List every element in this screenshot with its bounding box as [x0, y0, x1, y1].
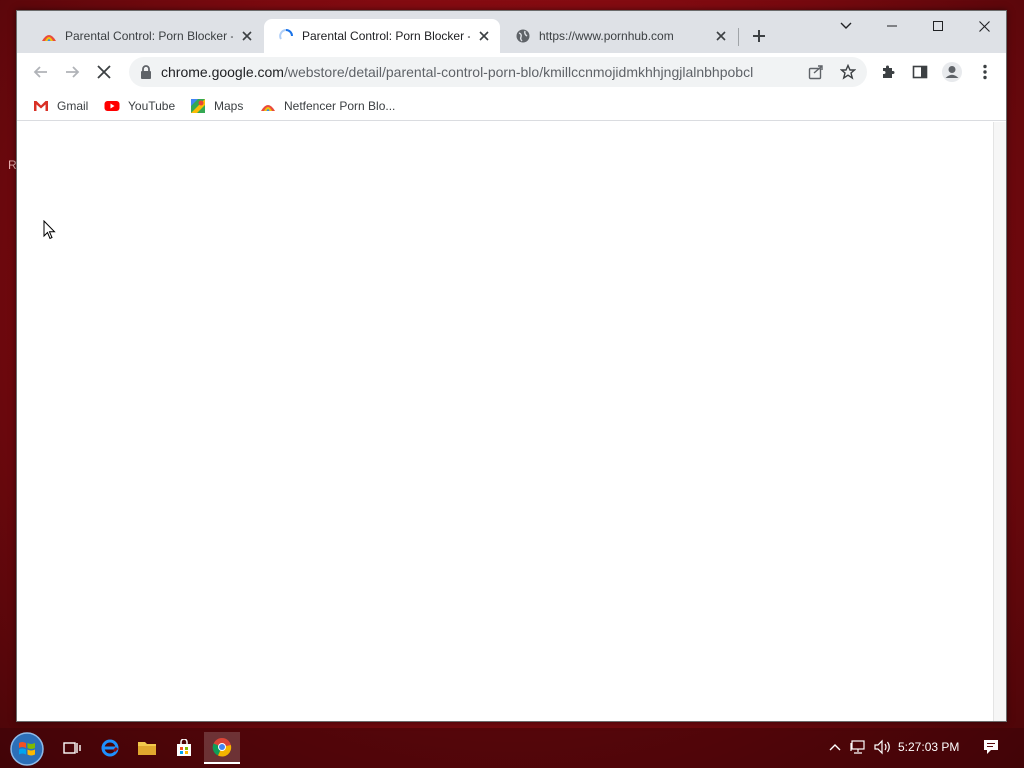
- chevron-up-icon: [829, 744, 841, 751]
- windows-orb-icon: [10, 732, 44, 766]
- tab-search-button[interactable]: [823, 11, 869, 41]
- store-bag-icon: [177, 739, 191, 756]
- avatar-icon: [942, 62, 962, 82]
- close-tab-icon[interactable]: [476, 28, 492, 44]
- chrome-taskbar-button[interactable]: [204, 732, 240, 764]
- stop-loading-button[interactable]: [90, 58, 118, 86]
- chrome-window: Parental Control: Porn Blocker - Parenta…: [16, 10, 1007, 722]
- mouse-cursor-icon: [43, 219, 56, 245]
- netfencer-icon: [260, 98, 276, 114]
- bookmark-star-icon[interactable]: [839, 63, 857, 85]
- action-center-button[interactable]: [981, 737, 1001, 757]
- task-view-button[interactable]: [54, 732, 90, 764]
- share-icon[interactable]: [808, 64, 824, 85]
- tab-strip: Parental Control: Porn Blocker - Parenta…: [17, 11, 1006, 53]
- arrow-left-icon: [33, 66, 47, 78]
- lock-icon: [140, 65, 152, 84]
- forward-button[interactable]: [58, 58, 86, 86]
- bookmark-netfencer[interactable]: Netfencer Porn Blo...: [260, 96, 395, 116]
- tab-title: Parental Control: Porn Blocker -: [302, 29, 470, 43]
- new-tab-button[interactable]: [748, 25, 770, 47]
- side-panel-icon: [912, 65, 928, 79]
- maximize-button[interactable]: [915, 11, 961, 41]
- page-content[interactable]: [17, 122, 994, 721]
- bookmark-youtube[interactable]: YouTube: [104, 96, 175, 116]
- taskbar-clock[interactable]: 5:27:03 PM: [898, 740, 959, 754]
- bookmark-label: Netfencer Porn Blo...: [284, 99, 396, 113]
- netfencer-favicon: [41, 28, 57, 44]
- folder-icon: [138, 742, 156, 755]
- taskbar: 5:27:03 PM: [0, 728, 1024, 768]
- minimize-button[interactable]: [869, 11, 915, 41]
- bookmark-label: Maps: [214, 99, 244, 113]
- speaker-icon: [874, 739, 890, 755]
- internet-explorer-icon: [101, 739, 119, 757]
- profile-button[interactable]: [938, 58, 966, 86]
- chrome-icon: [212, 738, 232, 757]
- file-explorer-button[interactable]: [129, 732, 165, 764]
- close-tab-icon[interactable]: [239, 28, 255, 44]
- side-panel-button[interactable]: [906, 58, 934, 86]
- close-window-button[interactable]: [961, 11, 1007, 41]
- close-tab-icon[interactable]: [713, 28, 729, 44]
- store-button[interactable]: [166, 732, 202, 764]
- tab-parental-control-1[interactable]: Parental Control: Porn Blocker -: [27, 19, 263, 53]
- bookmark-maps[interactable]: Maps: [190, 96, 243, 116]
- menu-button[interactable]: [971, 58, 999, 86]
- close-icon: [978, 20, 990, 32]
- tab-pornhub[interactable]: https://www.pornhub.com: [501, 19, 737, 53]
- bookmarks-bar: Gmail YouTube Maps Netfencer Porn Blo...: [17, 91, 1006, 121]
- edge-taskbar-button[interactable]: [92, 732, 128, 764]
- volume-button[interactable]: [873, 737, 893, 757]
- tab-parental-control-2[interactable]: Parental Control: Porn Blocker -: [264, 19, 500, 53]
- maps-icon: [190, 98, 206, 114]
- task-view-icon: [63, 742, 81, 754]
- url-text: chrome.google.com/webstore/detail/parent…: [161, 64, 773, 80]
- start-button[interactable]: [8, 730, 46, 768]
- kebab-menu-icon: [983, 64, 987, 80]
- network-button[interactable]: [849, 737, 869, 757]
- network-icon: [850, 740, 865, 754]
- stop-icon: [97, 65, 111, 79]
- browser-toolbar: chrome.google.com/webstore/detail/parent…: [17, 53, 1006, 91]
- chevron-down-icon: [840, 22, 852, 29]
- extensions-button[interactable]: [874, 58, 902, 86]
- url-path: /webstore/detail/parental-control-porn-b…: [283, 64, 754, 80]
- loading-spinner-icon: [278, 28, 294, 44]
- arrow-right-icon: [66, 66, 80, 78]
- tab-title: Parental Control: Porn Blocker -: [65, 29, 233, 43]
- gmail-icon: [33, 98, 49, 114]
- youtube-icon: [104, 98, 120, 114]
- bookmark-label: YouTube: [128, 99, 176, 113]
- puzzle-icon: [883, 65, 895, 78]
- bookmark-label: Gmail: [57, 99, 89, 113]
- plus-icon: [753, 30, 765, 42]
- tab-title: https://www.pornhub.com: [539, 29, 674, 43]
- minimize-icon: [887, 25, 897, 27]
- notification-icon: [984, 740, 998, 754]
- vertical-scrollbar[interactable]: [993, 122, 1006, 721]
- globe-icon: [515, 28, 531, 44]
- show-hidden-icons-button[interactable]: [825, 737, 845, 757]
- tab-separator: [738, 28, 739, 46]
- maximize-icon: [933, 21, 943, 31]
- address-bar[interactable]: chrome.google.com/webstore/detail/parent…: [129, 57, 867, 87]
- back-button[interactable]: [27, 58, 55, 86]
- bookmark-gmail[interactable]: Gmail: [33, 96, 88, 116]
- url-host: chrome.google.com: [161, 64, 284, 80]
